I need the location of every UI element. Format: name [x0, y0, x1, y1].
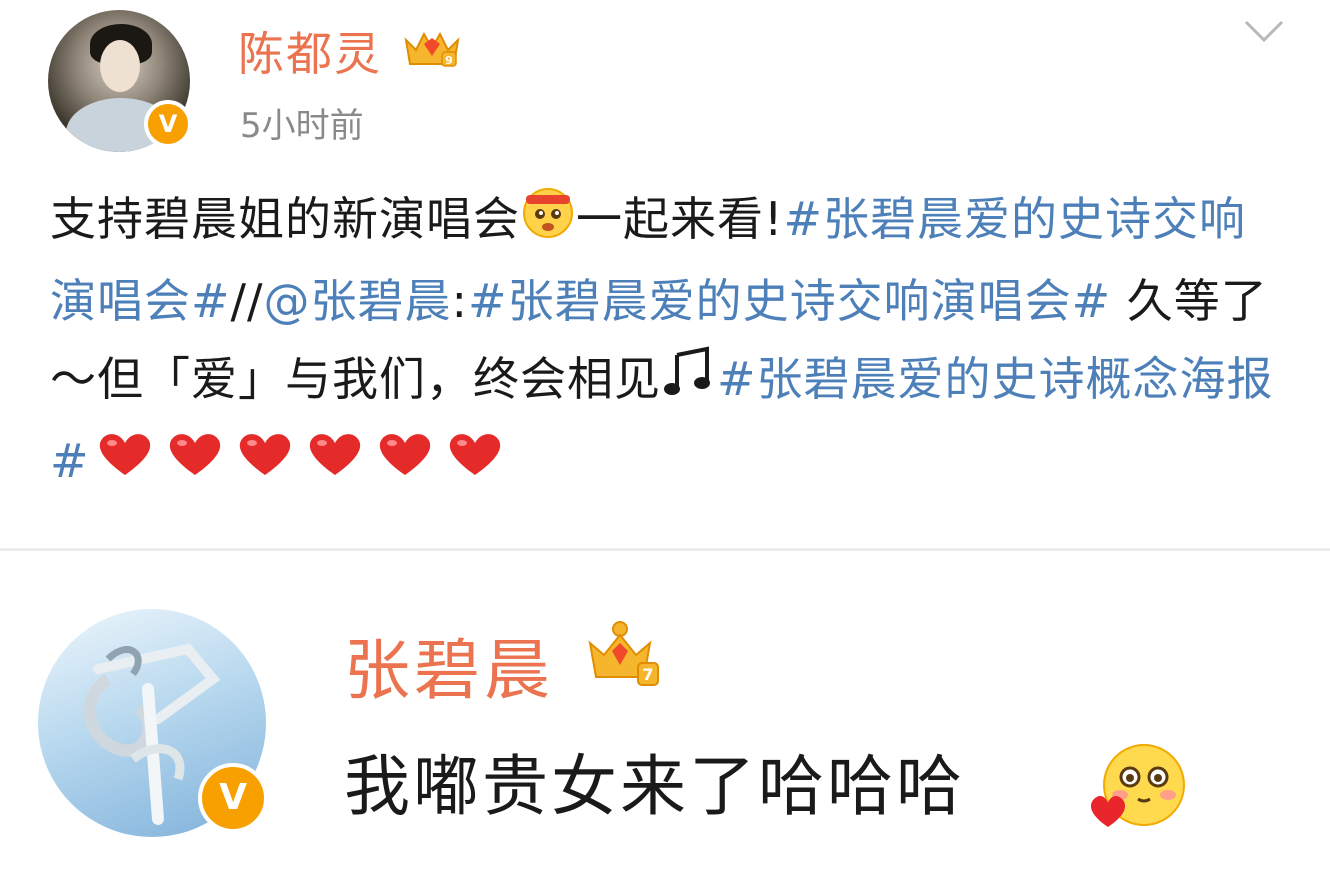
red-heart-icon — [370, 425, 440, 504]
reply-text: 我嘟贵女来了哈哈哈 — [344, 748, 965, 825]
blushing-heart-emoji — [1086, 741, 1190, 837]
crown-icon: 9 — [402, 26, 462, 70]
svg-text:7: 7 — [642, 665, 653, 684]
red-heart-icon — [230, 425, 300, 504]
reply-comment: V 张碧晨 7 我嘟贵女来了哈哈哈 — [0, 551, 1330, 886]
red-heart-icon — [90, 425, 160, 504]
headband-smile-emoji — [520, 183, 576, 262]
verified-v-badge-icon: V — [144, 100, 192, 148]
reply-author-name[interactable]: 张碧晨 — [344, 617, 554, 713]
svg-text:9: 9 — [445, 54, 453, 67]
red-heart-icon — [160, 425, 230, 504]
verified-v-badge-icon: V — [198, 763, 268, 833]
post-body: 支持碧晨姐的新演唱会 一起来看!#张碧晨爱的史诗交响演唱会#//@张碧晨:#张碧晨… — [50, 180, 1290, 504]
post-timestamp: 5小时前 — [240, 106, 364, 146]
topic-link[interactable]: #张碧晨爱的史诗交响演唱会# — [468, 274, 1111, 328]
red-heart-icon — [300, 425, 370, 504]
red-heart-icon — [440, 425, 510, 504]
post-text-segment: 一起来看! — [576, 192, 784, 246]
post-text-segment: 支持碧晨姐的新演唱会 — [50, 192, 520, 246]
repost-separator: // — [230, 274, 264, 328]
post-author-name[interactable]: 陈都灵 — [238, 18, 382, 84]
music-note-icon — [661, 343, 717, 422]
weibo-post: V 陈都灵 9 5小时前 支持碧晨姐的新演唱会 一起来看! #张碧晨爱的史诗交响演唱… — [0, 0, 1330, 548]
crown-icon: 7 — [584, 619, 664, 691]
chevron-down-icon[interactable] — [1242, 16, 1286, 46]
avatar-face — [100, 40, 140, 92]
post-text-segment: : — [451, 274, 469, 328]
mention-link[interactable]: @张碧晨 — [264, 274, 452, 328]
